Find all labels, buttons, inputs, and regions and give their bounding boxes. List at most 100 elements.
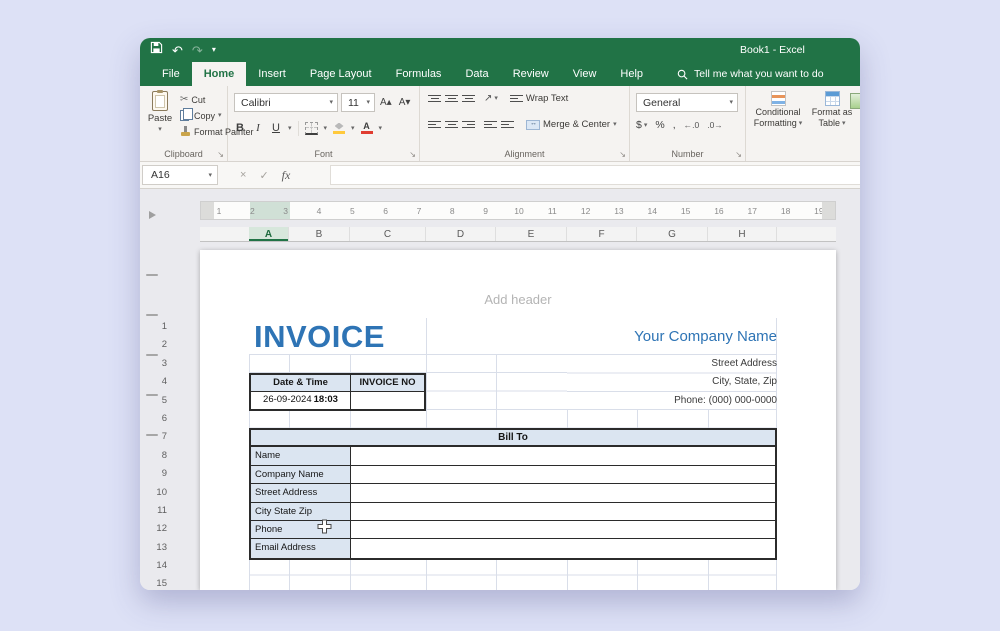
formula-input[interactable]: [330, 165, 860, 185]
row-number[interactable]: 8: [140, 447, 174, 465]
date-time-header-cell[interactable]: Date & Time: [251, 375, 351, 391]
bill-to-value-cell[interactable]: [351, 466, 775, 483]
row-number[interactable]: 12: [140, 520, 174, 538]
column-header-g[interactable]: G: [637, 227, 708, 241]
street-address-cell[interactable]: Street Address: [477, 355, 777, 373]
font-name-select[interactable]: Calibri ▾: [234, 93, 338, 112]
bill-to-value-cell[interactable]: [351, 521, 775, 538]
tab-data[interactable]: Data: [453, 62, 500, 86]
bold-button[interactable]: B: [234, 122, 246, 134]
fill-color-dropdown-icon[interactable]: ▾: [351, 125, 355, 132]
wrap-text-button[interactable]: Wrap Text: [510, 93, 568, 104]
borders-button[interactable]: [305, 122, 318, 135]
phone-cell[interactable]: Phone: (000) 000-0000: [477, 392, 777, 410]
increase-decimal-button[interactable]: ←.0: [684, 120, 700, 130]
decrease-indent-button[interactable]: [484, 121, 497, 128]
row-number[interactable]: 6: [140, 410, 174, 428]
row-number[interactable]: 1: [140, 318, 174, 336]
date-time-value-cell[interactable]: 26-09-202418:03: [251, 392, 351, 409]
align-right-button[interactable]: [462, 121, 475, 128]
tab-view[interactable]: View: [561, 62, 609, 86]
accounting-format-button[interactable]: $ ▾: [636, 119, 647, 131]
column-header-c[interactable]: C: [350, 227, 426, 241]
number-format-select[interactable]: General ▾: [636, 93, 738, 112]
underline-dropdown-icon[interactable]: ▾: [288, 125, 292, 132]
save-button[interactable]: [150, 41, 163, 59]
column-header-h[interactable]: H: [708, 227, 777, 241]
invoice-no-header-cell[interactable]: INVOICE NO: [351, 375, 424, 391]
align-middle-button[interactable]: [445, 95, 458, 102]
row-number[interactable]: 3: [140, 355, 174, 373]
tab-help[interactable]: Help: [608, 62, 655, 86]
bill-to-value-cell[interactable]: [351, 447, 775, 464]
tell-me-search[interactable]: Tell me what you want to do: [677, 62, 824, 86]
font-name-dropdown-icon[interactable]: ▾: [329, 99, 333, 106]
percent-style-button[interactable]: %: [655, 119, 664, 131]
bill-to-value-cell[interactable]: [351, 484, 775, 501]
align-left-button[interactable]: [428, 121, 441, 128]
font-color-dropdown-icon[interactable]: ▾: [379, 125, 383, 132]
tab-review[interactable]: Review: [501, 62, 561, 86]
invoice-no-value-cell[interactable]: [351, 392, 424, 409]
font-dialog-launcher[interactable]: ↘: [409, 151, 416, 159]
tab-page-layout[interactable]: Page Layout: [298, 62, 384, 86]
font-color-button[interactable]: A: [361, 122, 373, 134]
number-dialog-launcher[interactable]: ↘: [735, 151, 742, 159]
row-number[interactable]: 13: [140, 539, 174, 557]
tab-insert[interactable]: Insert: [246, 62, 298, 86]
row-number[interactable]: 9: [140, 465, 174, 483]
column-header-f[interactable]: F: [567, 227, 637, 241]
undo-button[interactable]: ↶: [172, 44, 183, 57]
orientation-button[interactable]: ↗ ▾: [484, 93, 498, 104]
orientation-dropdown-icon[interactable]: ▾: [494, 95, 498, 102]
qat-customize-button[interactable]: ▾: [212, 46, 216, 54]
name-box[interactable]: A16 ▾: [142, 165, 218, 185]
company-name-cell[interactable]: Your Company Name: [477, 318, 777, 355]
paste-dropdown-icon[interactable]: ▾: [158, 126, 162, 133]
bill-to-header-cell[interactable]: Bill To: [249, 428, 777, 447]
ruler[interactable]: 12345678910111213141516171819: [200, 201, 836, 220]
city-state-zip-cell[interactable]: City, State, Zip: [477, 373, 777, 391]
decrease-decimal-button[interactable]: .0→: [707, 120, 723, 130]
row-number[interactable]: 10: [140, 484, 174, 502]
cancel-button[interactable]: ×: [240, 169, 246, 181]
column-header-b[interactable]: B: [289, 227, 350, 241]
merge-center-button[interactable]: ↔ Merge & Center ▾: [526, 119, 617, 130]
bill-to-label-cell[interactable]: Company Name: [251, 466, 351, 483]
align-top-button[interactable]: [428, 95, 441, 102]
merge-center-dropdown-icon[interactable]: ▾: [613, 121, 617, 128]
bill-to-label-cell[interactable]: Phone: [251, 521, 351, 538]
number-format-dropdown-icon[interactable]: ▾: [729, 99, 733, 106]
font-size-dropdown-icon[interactable]: ▾: [366, 99, 370, 106]
tab-formulas[interactable]: Formulas: [384, 62, 454, 86]
page-header-placeholder[interactable]: Add header: [200, 292, 836, 307]
column-header-d[interactable]: D: [426, 227, 496, 241]
conditional-formatting-button[interactable]: Conditional Formatting▾: [752, 91, 804, 128]
format-as-table-dropdown-icon[interactable]: ▾: [842, 120, 846, 127]
name-box-dropdown-icon[interactable]: ▾: [208, 172, 212, 179]
increase-indent-button[interactable]: [501, 121, 514, 128]
cell-styles-button-partial[interactable]: [850, 93, 860, 109]
italic-button[interactable]: I: [252, 122, 264, 134]
bill-to-label-cell[interactable]: Street Address: [251, 484, 351, 501]
alignment-dialog-launcher[interactable]: ↘: [619, 151, 626, 159]
bill-to-value-cell[interactable]: [351, 539, 775, 557]
paste-button[interactable]: Paste ▾: [144, 91, 176, 147]
row-number[interactable]: 11: [140, 502, 174, 520]
bill-to-value-cell[interactable]: [351, 503, 775, 520]
bill-to-label-cell[interactable]: City State Zip: [251, 503, 351, 520]
row-number[interactable]: 15: [140, 575, 174, 590]
increase-font-button[interactable]: A▴: [378, 97, 394, 108]
bill-to-label-cell[interactable]: Name: [251, 447, 351, 464]
enter-button[interactable]: ✓: [259, 169, 268, 182]
row-number[interactable]: 14: [140, 557, 174, 575]
font-size-select[interactable]: 11 ▾: [341, 93, 375, 112]
bill-to-label-cell[interactable]: Email Address: [251, 539, 351, 557]
row-number[interactable]: 2: [140, 336, 174, 354]
copy-dropdown-icon[interactable]: ▾: [218, 112, 222, 119]
row-number[interactable]: 4: [140, 373, 174, 391]
align-center-button[interactable]: [445, 121, 458, 128]
decrease-font-button[interactable]: A▾: [397, 97, 413, 108]
clipboard-dialog-launcher[interactable]: ↘: [217, 151, 224, 159]
insert-function-button[interactable]: fx: [282, 168, 291, 183]
